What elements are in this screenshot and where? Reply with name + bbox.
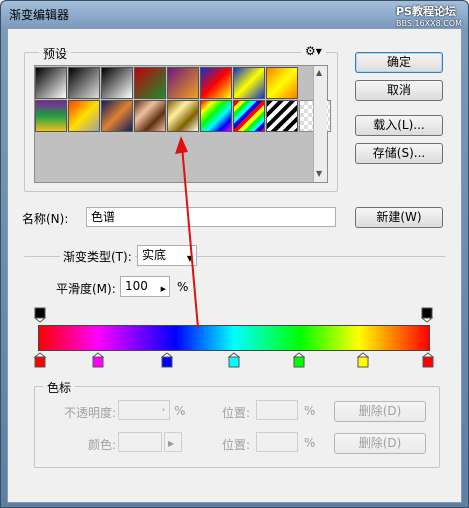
- opacity-stop-right[interactable]: [421, 307, 433, 323]
- preset-swatch[interactable]: [68, 100, 100, 132]
- opacity-input[interactable]: ›: [118, 400, 170, 420]
- save-button[interactable]: 存储(S)...: [355, 143, 443, 164]
- preset-swatch[interactable]: [233, 100, 265, 132]
- ok-button[interactable]: 确定: [355, 52, 443, 73]
- chevron-down-icon: ▼: [186, 254, 193, 263]
- gear-icon[interactable]: ⚙▾: [301, 44, 326, 58]
- smoothness-label: 平滑度(M):: [56, 282, 116, 296]
- gradient-type-select[interactable]: 实底 ▼: [137, 245, 197, 266]
- position-unit-1: %: [304, 404, 316, 418]
- title-bar[interactable]: 渐变编辑器 PS教程论坛 BBS.16XX8.COM: [1, 1, 468, 28]
- color-swatch-input[interactable]: [118, 432, 162, 452]
- position-input-2[interactable]: [256, 432, 298, 452]
- color-stop[interactable]: [293, 352, 306, 368]
- cancel-button[interactable]: 取消: [355, 80, 443, 101]
- gradient-type-value: 实底: [142, 248, 167, 262]
- chevron-right-icon[interactable]: ▶: [161, 282, 166, 297]
- load-button[interactable]: 载入(L)...: [355, 115, 443, 136]
- watermark: PS教程论坛 BBS.16XX8.COM: [396, 3, 462, 28]
- preset-swatch[interactable]: [35, 67, 67, 99]
- scroll-up-icon[interactable]: ▲: [316, 68, 322, 77]
- position-unit-2: %: [304, 436, 316, 450]
- preset-swatch[interactable]: [167, 100, 199, 132]
- new-button[interactable]: 新建(W): [355, 207, 443, 228]
- chevron-right-icon[interactable]: ›: [162, 403, 165, 417]
- preset-swatch[interactable]: [68, 67, 100, 99]
- gradient-preview-bar[interactable]: [38, 325, 430, 351]
- preset-swatch[interactable]: [200, 100, 232, 132]
- watermark-sub: BBS.16XX8.COM: [395, 19, 462, 28]
- position-label-1: 位置:: [222, 406, 251, 420]
- presets-legend: 预设: [39, 45, 72, 62]
- color-menu-button[interactable]: ▶: [164, 432, 182, 452]
- gradient-type-label: 渐变类型(T):: [60, 248, 135, 265]
- delete-opacity-stop-button[interactable]: 删除(D): [334, 401, 426, 422]
- color-stop[interactable]: [161, 352, 174, 368]
- preset-swatch[interactable]: [101, 67, 133, 99]
- preset-swatch[interactable]: [167, 67, 199, 99]
- preset-swatch[interactable]: [266, 100, 298, 132]
- opacity-label: 不透明度:: [64, 406, 117, 420]
- opacity-stop-left[interactable]: [34, 307, 46, 323]
- position-label-2: 位置:: [222, 438, 251, 452]
- window-title: 渐变编辑器: [9, 8, 70, 22]
- delete-color-stop-button[interactable]: 删除(D): [334, 433, 426, 454]
- smoothness-value: 100: [125, 279, 148, 293]
- scroll-down-icon[interactable]: ▼: [316, 169, 322, 178]
- smoothness-input[interactable]: 100 ▶: [120, 276, 170, 297]
- preset-swatch[interactable]: [200, 67, 232, 99]
- color-stop[interactable]: [357, 352, 370, 368]
- preset-swatch[interactable]: [35, 100, 67, 132]
- color-stop-legend: 色标: [43, 379, 76, 396]
- color-stop[interactable]: [91, 352, 104, 368]
- preset-swatch[interactable]: [134, 100, 166, 132]
- watermark-text: PS教程论坛: [395, 5, 456, 18]
- chevron-right-icon: ▶: [168, 439, 175, 448]
- color-stop-group: 色标: [34, 379, 440, 468]
- color-stop[interactable]: [228, 352, 240, 368]
- smoothness-unit: %: [177, 280, 189, 294]
- preset-swatch[interactable]: [233, 67, 265, 99]
- preset-swatch[interactable]: [101, 100, 133, 132]
- presets-grid[interactable]: ▲ ▼: [34, 65, 331, 183]
- name-input[interactable]: 色谱: [86, 207, 336, 227]
- presets-scrollbar[interactable]: ▲ ▼: [313, 66, 327, 182]
- position-input-1[interactable]: [256, 400, 298, 420]
- preset-swatch[interactable]: [134, 67, 166, 99]
- color-stop[interactable]: [422, 352, 434, 368]
- color-label: 颜色:: [88, 438, 117, 452]
- color-stop[interactable]: [34, 352, 46, 368]
- preset-swatch[interactable]: [266, 67, 298, 99]
- name-label: 名称(N):: [22, 212, 69, 226]
- opacity-unit: %: [174, 404, 186, 418]
